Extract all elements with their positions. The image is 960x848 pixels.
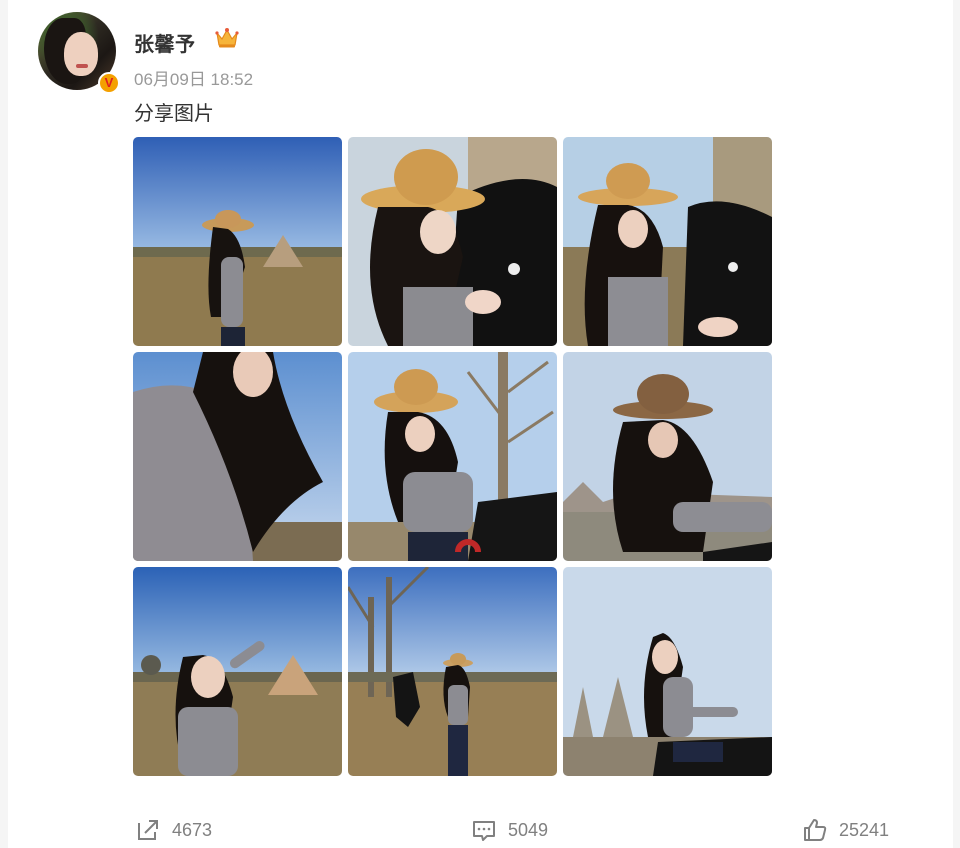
photo-1[interactable] (133, 137, 342, 346)
avatar-lip (76, 64, 88, 68)
comment-icon (473, 821, 495, 841)
vip-crown-icon[interactable] (214, 27, 240, 49)
verified-badge-icon: V (98, 72, 120, 94)
share-icon (138, 820, 158, 840)
share-button[interactable]: 4673 (134, 815, 212, 845)
photo-6[interactable] (563, 352, 772, 561)
post-actions-bar: 4673 5049 25241 (8, 815, 953, 845)
photo-7[interactable] (133, 567, 342, 776)
post-timestamp[interactable]: 06月09日 18:52 (134, 65, 253, 90)
photo-8[interactable] (348, 567, 557, 776)
post-text: 分享图片 (134, 103, 214, 125)
photo-3[interactable] (563, 137, 772, 346)
weibo-post-card: V 张馨予 06月09日 18:52 分享图片 4673 5049 25241 (8, 0, 953, 848)
photo-4[interactable] (133, 352, 342, 561)
photo-2[interactable] (348, 137, 557, 346)
share-count: 4673 (172, 819, 213, 840)
photo-5[interactable] (348, 352, 557, 561)
like-count: 25241 (839, 819, 890, 840)
like-button[interactable]: 25241 (801, 815, 889, 845)
comment-button[interactable]: 5049 (470, 815, 548, 845)
image-grid (133, 137, 773, 777)
photo-9[interactable] (563, 567, 772, 776)
post-username[interactable]: 张馨予 (134, 28, 196, 57)
avatar-face (64, 32, 98, 76)
comment-count: 5049 (508, 819, 549, 840)
thumbs-up-icon (804, 819, 827, 841)
